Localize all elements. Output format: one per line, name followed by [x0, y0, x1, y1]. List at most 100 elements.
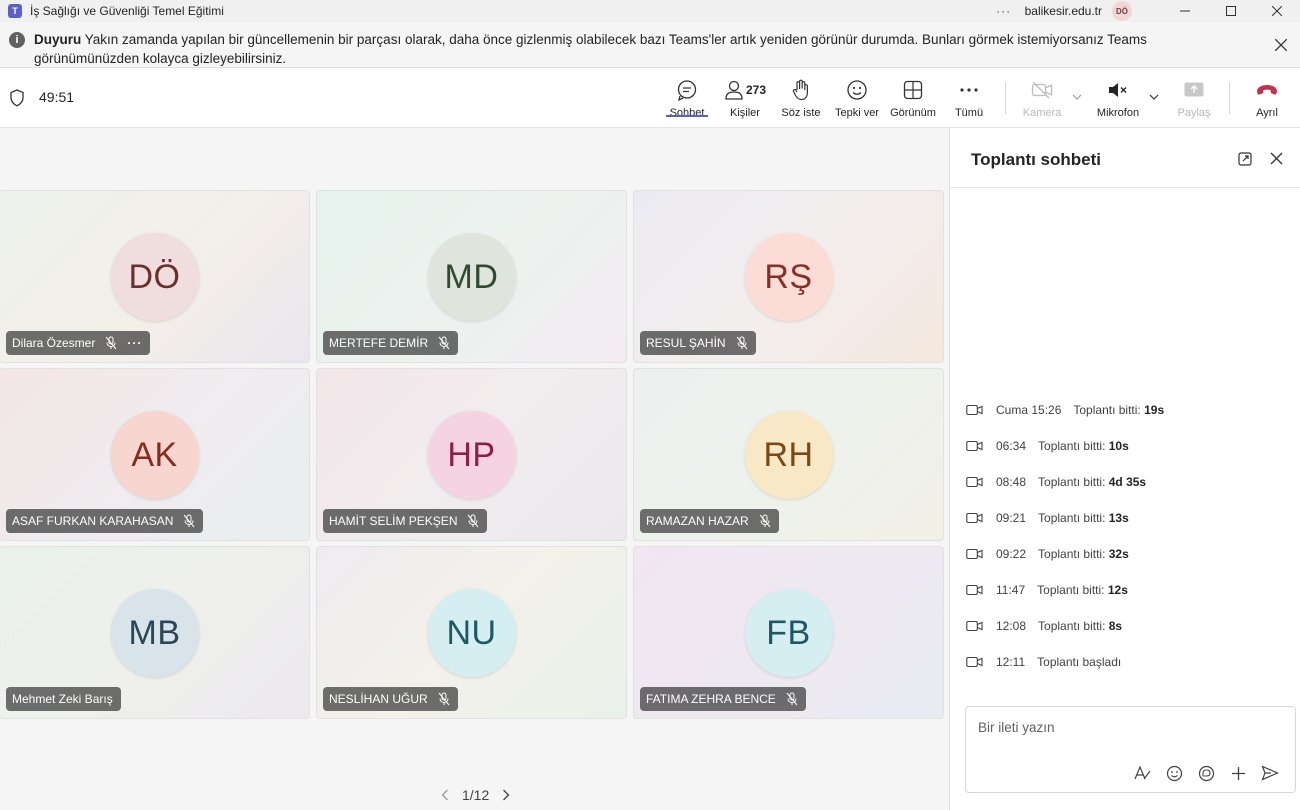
participant-more-options-button[interactable]: ··· — [127, 336, 142, 350]
mic-muted-icon — [467, 514, 479, 528]
participant-tile[interactable]: AK ASAF FURKAN KARAHASAN — [0, 368, 310, 541]
participant-name-tag: HAMİT SELİM PEKŞEN — [323, 509, 488, 533]
message-body: Toplantı başladı — [1037, 655, 1122, 669]
video-camera-icon — [966, 512, 984, 524]
participant-tile[interactable]: HP HAMİT SELİM PEKŞEN — [316, 368, 627, 541]
message-body: Toplantı bitti: — [1073, 403, 1141, 417]
participant-name-tag: RAMAZAN HAZAR — [640, 509, 779, 533]
chevron-left-icon — [441, 789, 448, 801]
share-label: Paylaş — [1177, 107, 1211, 119]
react-button[interactable]: Tepki ver — [834, 78, 880, 126]
next-page-button[interactable] — [497, 789, 515, 801]
microphone-button[interactable]: Mikrofon — [1094, 78, 1142, 126]
minimize-button[interactable] — [1162, 0, 1208, 22]
banner-message: Yakın zamanda yapılan bir güncellemenin … — [34, 32, 1147, 66]
participant-name-tag: FATIMA ZEHRA BENCE — [640, 687, 806, 711]
format-text-icon — [1134, 765, 1151, 780]
raise-hand-button[interactable]: Söz iste — [780, 78, 822, 126]
loop-component-button[interactable] — [1190, 763, 1222, 783]
emoji-icon — [847, 80, 867, 100]
participant-avatar: DÖ — [110, 233, 199, 321]
people-button[interactable]: 273 Kişiler — [722, 78, 768, 126]
participant-name: Mehmet Zeki Barış — [12, 692, 113, 706]
loop-icon — [1198, 765, 1214, 781]
participant-tile[interactable]: RH RAMAZAN HAZAR — [633, 368, 944, 541]
chat-title: Toplantı sohbeti — [971, 150, 1102, 169]
meeting-chat-panel: Toplantı sohbeti Cuma 15:26 Toplantı bitt… — [949, 128, 1300, 810]
send-button[interactable] — [1254, 763, 1286, 783]
chat-system-message: Cuma 15:26 Toplantı bitti: 19s — [966, 400, 1296, 420]
previous-page-button[interactable] — [436, 789, 454, 801]
announcement-banner: i Duyuru Yakın zamanda yapılan bir günce… — [0, 22, 1300, 68]
participant-name-tag: ASAF FURKAN KARAHASAN — [6, 509, 204, 533]
participant-name-tag: NESLİHAN UĞUR — [323, 687, 458, 711]
participant-name: HAMİT SELİM PEKŞEN — [329, 514, 458, 528]
window-title: İş Sağlığı ve Güvenliği Temel Eğitimi — [30, 4, 224, 18]
message-text: Toplantı bitti: 8s — [1038, 619, 1122, 633]
close-window-button[interactable] — [1254, 0, 1300, 22]
emoji-button[interactable] — [1158, 763, 1190, 783]
message-text: Toplantı bitti: 10s — [1038, 439, 1129, 453]
participant-name-tag: Mehmet Zeki Barış — [6, 687, 121, 711]
close-icon — [1272, 6, 1282, 16]
participant-tile[interactable]: NU NESLİHAN UĞUR — [316, 546, 627, 719]
chat-button[interactable]: Sohbet — [665, 78, 709, 126]
maximize-icon — [1226, 6, 1236, 16]
participant-name: FATIMA ZEHRA BENCE — [646, 692, 776, 706]
info-icon: i — [9, 32, 25, 48]
video-camera-icon — [966, 404, 984, 416]
mic-muted-icon — [786, 692, 798, 706]
people-label: Kişiler — [730, 107, 760, 119]
participant-avatar: MB — [110, 589, 199, 677]
participant-avatar: NU — [427, 589, 516, 677]
grid-view-icon — [903, 80, 923, 100]
participant-name-tag: RESUL ŞAHİN — [640, 331, 756, 355]
microphone-options-chevron-icon[interactable] — [1149, 94, 1159, 100]
attach-button[interactable] — [1222, 763, 1254, 783]
pop-out-icon[interactable] — [1238, 152, 1252, 166]
more-options-button[interactable]: ··· — [989, 4, 1019, 18]
message-time: Cuma 15:26 — [996, 403, 1062, 417]
chat-system-message: 09:22 Toplantı bitti: 32s — [966, 544, 1296, 564]
compose-toolbar — [1126, 763, 1286, 783]
participant-name: Dilara Özesmer — [12, 336, 96, 350]
more-actions-button[interactable]: Tümü — [954, 78, 984, 126]
camera-button[interactable]: Kamera — [1020, 78, 1064, 126]
microphone-label: Mikrofon — [1096, 107, 1140, 119]
toolbar-divider — [1229, 82, 1230, 114]
mic-muted-icon — [105, 336, 117, 350]
meeting-duration: 19s — [1144, 403, 1165, 417]
camera-options-chevron-icon[interactable] — [1072, 94, 1082, 100]
chat-label: Sohbet — [665, 107, 709, 119]
maximize-button[interactable] — [1208, 0, 1254, 22]
people-icon — [725, 80, 743, 100]
user-avatar[interactable]: DÖ — [1112, 1, 1132, 21]
meeting-toolbar: 49:51 Sohbet 273 Kişiler Söz iste Tepki … — [0, 68, 1300, 128]
view-button[interactable]: Görünüm — [889, 78, 937, 126]
mic-muted-icon — [438, 692, 450, 706]
camera-off-icon — [1031, 81, 1053, 99]
mic-muted-icon — [183, 514, 195, 528]
message-text: Toplantı bitti: 4d 35s — [1038, 475, 1146, 489]
participant-tile[interactable]: FB FATIMA ZEHRA BENCE — [633, 546, 944, 719]
participant-tile[interactable]: MD MERTEFE DEMİR — [316, 190, 627, 363]
participant-avatar: HP — [427, 411, 516, 499]
close-chat-icon[interactable] — [1270, 152, 1283, 165]
hang-up-icon — [1257, 85, 1277, 95]
more-actions-label: Tümü — [954, 107, 984, 119]
close-icon — [1275, 39, 1287, 51]
message-compose-box[interactable]: Bir ileti yazın — [965, 706, 1296, 793]
participant-name-tag: Dilara Özesmer ··· — [6, 331, 151, 355]
participant-avatar: RH — [744, 411, 833, 499]
leave-button[interactable]: Ayrıl — [1250, 78, 1284, 126]
video-camera-icon — [966, 548, 984, 560]
video-camera-icon — [966, 584, 984, 596]
compose-placeholder: Bir ileti yazın — [978, 720, 1055, 735]
share-button[interactable]: Paylaş — [1176, 78, 1212, 126]
participant-tile[interactable]: DÖ Dilara Özesmer ··· — [0, 190, 310, 363]
camera-label: Kamera — [1022, 107, 1062, 119]
participant-tile[interactable]: MB Mehmet Zeki Barış — [0, 546, 310, 719]
format-button[interactable] — [1126, 763, 1158, 783]
banner-close-button[interactable] — [1270, 34, 1292, 56]
participant-tile[interactable]: RŞ RESUL ŞAHİN — [633, 190, 944, 363]
